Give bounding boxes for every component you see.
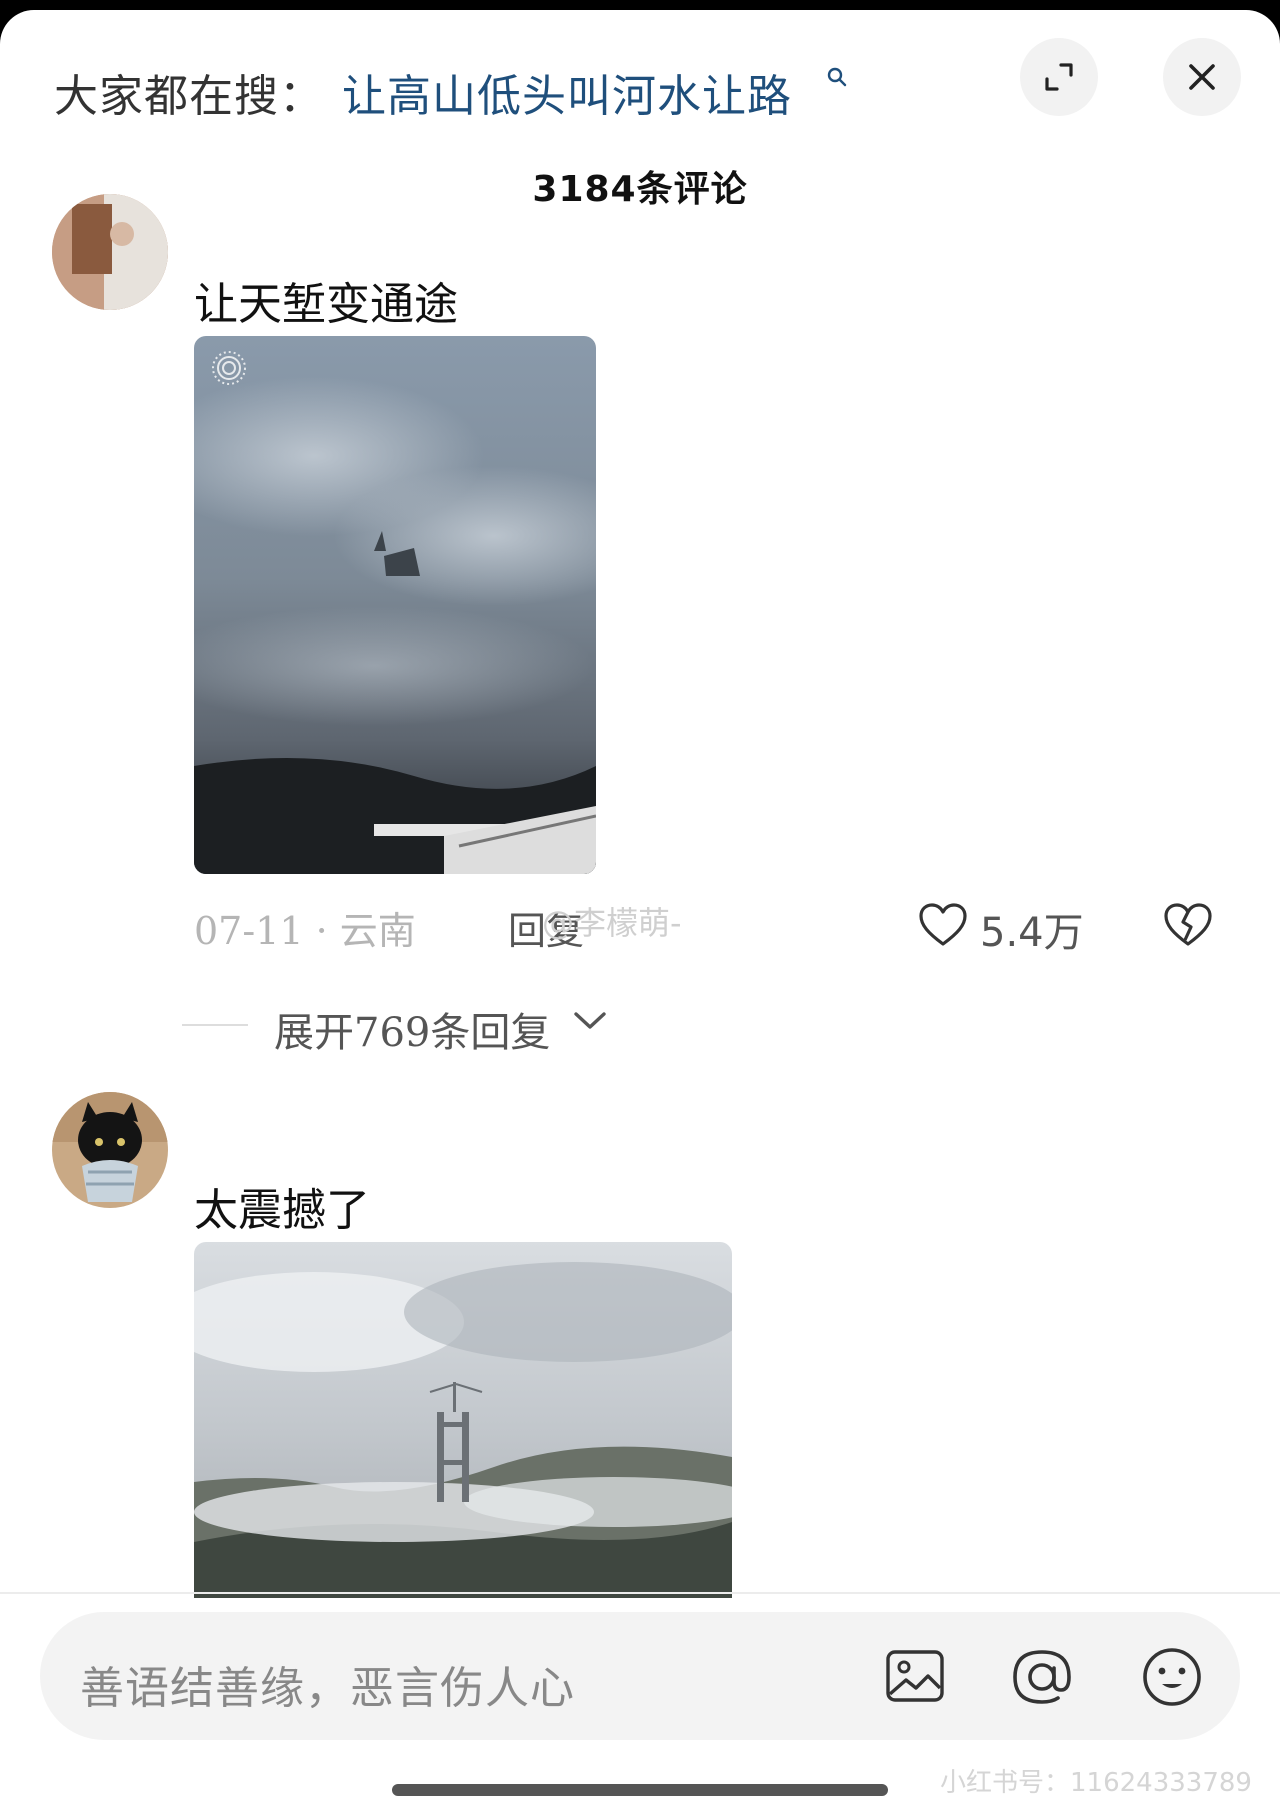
avatar-photo (52, 194, 168, 310)
cat-avatar-photo (52, 1092, 168, 1208)
expand-replies-button[interactable]: 展开769条回复 (274, 1000, 550, 1058)
close-button[interactable] (1163, 38, 1241, 116)
foggy-mountain-photo (194, 336, 596, 874)
comment-count: 3184条评论 (532, 169, 748, 210)
search-term-link[interactable]: 让高山低头叫河水让路 (342, 60, 792, 124)
expand-icon (1045, 63, 1073, 91)
comment-text: 太震撼了 (194, 1185, 370, 1236)
chevron-down-icon[interactable] (572, 1008, 608, 1032)
input-divider (0, 1592, 1280, 1594)
comments-sheet: 大家都在搜： 让高山低头叫河水让路 3184条评论 让天堑变通途 07-11 ·… (0, 10, 1280, 1820)
search-icon (827, 67, 847, 87)
comment-input-placeholder: 善语结善缘，恶言伤人心 (80, 1663, 575, 1714)
broken-heart-icon[interactable] (1163, 902, 1213, 948)
home-indicator[interactable] (392, 1784, 888, 1796)
mention-icon[interactable] (1010, 1646, 1074, 1708)
like-count: 5.4万 (980, 910, 1084, 956)
avatar[interactable] (52, 194, 168, 310)
bridge-in-clouds-photo (194, 1242, 732, 1598)
comment-photo[interactable] (194, 336, 596, 874)
heart-icon[interactable] (918, 902, 968, 948)
divider-line (182, 1024, 248, 1026)
image-icon[interactable] (884, 1646, 946, 1706)
comment-input[interactable]: 善语结善缘，恶言伤人心 (40, 1612, 1240, 1740)
comment-date-location: 07-11 · 云南 (194, 909, 416, 953)
xhs-watermark: 小红书号：11624333789 (940, 1768, 1252, 1798)
avatar[interactable] (52, 1092, 168, 1208)
emoji-icon[interactable] (1140, 1646, 1204, 1708)
close-icon (1189, 64, 1215, 90)
comment-text: 让天堑变通途 (194, 279, 458, 330)
weibo-watermark: @李檬萌- (542, 904, 682, 942)
expand-button[interactable] (1020, 38, 1098, 116)
search-prefix: 大家都在搜： (54, 71, 324, 122)
comment-photo[interactable] (194, 1242, 732, 1598)
